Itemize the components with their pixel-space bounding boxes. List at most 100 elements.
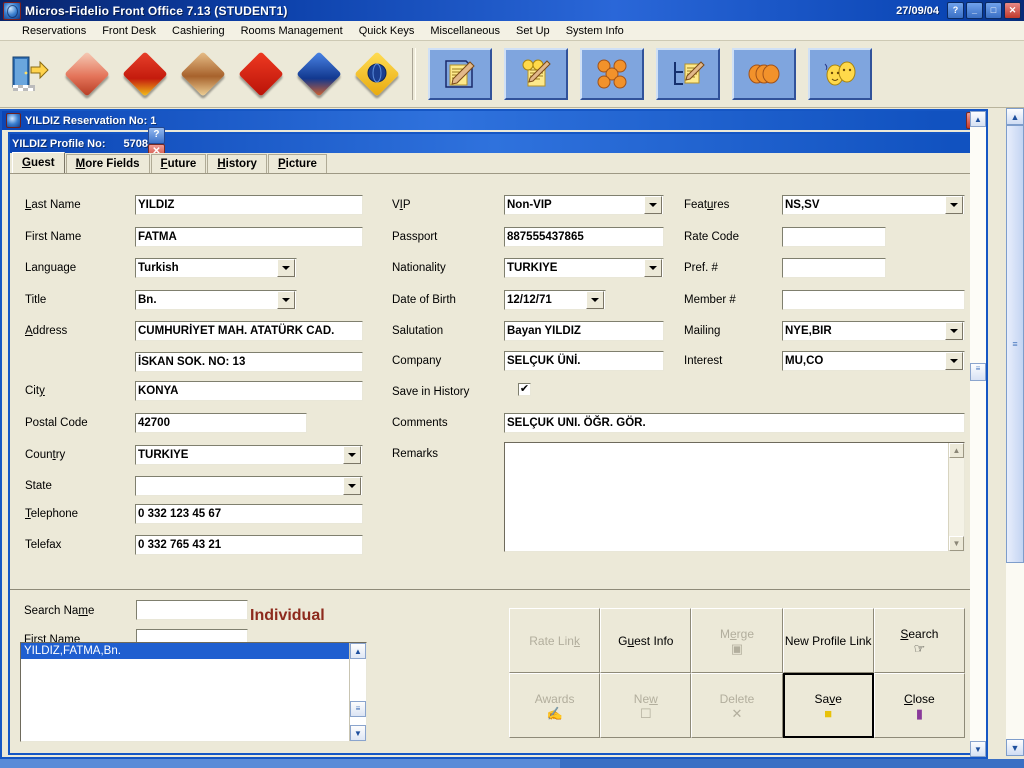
comments-input[interactable]: SELÇUK UNI. ÖĞR. GÖR.	[504, 413, 965, 433]
menu-item-quick-keys[interactable]: Quick Keys	[351, 23, 423, 39]
reports-icon[interactable]	[348, 47, 406, 101]
cashiering-icon[interactable]	[174, 47, 232, 101]
search-button[interactable]: Search ☞	[873, 608, 965, 673]
scroll-down-icon[interactable]: ▼	[350, 725, 366, 741]
reservation-scrollbar[interactable]: ▲ ≡ ▼	[970, 111, 986, 757]
chevron-down-icon[interactable]	[277, 259, 295, 277]
scroll-up-icon[interactable]: ▲	[970, 111, 986, 127]
state-combo[interactable]	[135, 476, 363, 496]
profile-help-button[interactable]: ?	[147, 126, 165, 144]
pref-no-input[interactable]	[782, 258, 886, 278]
city-input[interactable]: KONYA	[135, 381, 363, 401]
menu-item-reservations[interactable]: Reservations	[14, 23, 94, 39]
menu-item-front-desk[interactable]: Front Desk	[94, 23, 164, 39]
application-scrollbar[interactable]: ▲ ≡ ▼	[1006, 108, 1024, 756]
remarks-scrollbar[interactable]: ▲ ▼	[948, 443, 964, 551]
menu-item-cashiering[interactable]: Cashiering	[164, 23, 233, 39]
chevron-down-icon[interactable]	[644, 196, 662, 214]
delete-button[interactable]: Delete ✕	[691, 673, 783, 738]
results-scroll-track[interactable]: ≡	[350, 659, 366, 725]
chevron-down-icon[interactable]	[945, 322, 963, 340]
horizontal-scroll-thumb[interactable]	[0, 759, 560, 768]
chevron-down-icon[interactable]	[277, 291, 295, 309]
reservation-scroll-track[interactable]: ≡	[970, 127, 986, 741]
application-horizontal-scrollbar[interactable]	[0, 759, 1024, 768]
features-combo[interactable]: NS,SV	[782, 195, 965, 215]
menu-item-rooms-management[interactable]: Rooms Management	[233, 23, 351, 39]
front-desk-icon[interactable]	[116, 47, 174, 101]
billing-icon[interactable]	[732, 48, 796, 100]
country-combo[interactable]: TURKIYE	[135, 445, 363, 465]
save-button[interactable]: Save ■	[782, 673, 874, 738]
profiles-icon[interactable]	[808, 48, 872, 100]
telephone-input[interactable]: 0 332 123 45 67	[135, 504, 363, 524]
room-plan-icon[interactable]	[656, 48, 720, 100]
chevron-down-icon[interactable]	[945, 196, 963, 214]
results-scroll-thumb[interactable]: ≡	[350, 701, 366, 717]
nationality-combo[interactable]: TURKIYE	[504, 258, 664, 278]
awards-button[interactable]: Awards ✍	[509, 673, 601, 738]
new-button[interactable]: New ☐	[600, 673, 692, 738]
menu-item-set-up[interactable]: Set Up	[508, 23, 558, 39]
rooms-management-icon[interactable]	[232, 47, 290, 101]
guest-info-button[interactable]: Guest Info	[600, 608, 692, 673]
new-profile-link-button[interactable]: New Profile Link	[782, 608, 874, 673]
scroll-up-icon[interactable]: ▲	[1006, 108, 1024, 125]
address-line2-input[interactable]: İSKAN SOK. NO: 13	[135, 352, 363, 372]
first-name-input[interactable]: FATMA	[135, 227, 363, 247]
results-scrollbar[interactable]: ▲ ≡ ▼	[349, 643, 366, 741]
last-name-input[interactable]: YILDIZ	[135, 195, 363, 215]
help-button[interactable]: ?	[947, 2, 964, 19]
scroll-down-icon[interactable]: ▼	[970, 741, 986, 757]
exit-icon[interactable]	[0, 47, 58, 101]
scroll-down-icon[interactable]: ▼	[949, 536, 964, 551]
title-combo[interactable]: Bn.	[135, 290, 297, 310]
scroll-up-icon[interactable]: ▲	[350, 643, 366, 659]
vip-combo[interactable]: Non-VIP	[504, 195, 664, 215]
menu-item-system-info[interactable]: System Info	[558, 23, 632, 39]
chevron-down-icon[interactable]	[945, 352, 963, 370]
reservation-scroll-thumb[interactable]: ≡	[970, 363, 986, 381]
search-name-input[interactable]	[136, 600, 248, 620]
tab-guest[interactable]: Guest	[12, 152, 65, 173]
scroll-up-icon[interactable]: ▲	[949, 443, 964, 458]
application-scroll-thumb[interactable]: ≡	[1006, 125, 1024, 563]
search-results-list[interactable]: YILDIZ,FATMA,Bn. ▲ ≡ ▼	[20, 642, 367, 742]
edit-reservation-icon[interactable]	[504, 48, 568, 100]
list-item[interactable]: YILDIZ,FATMA,Bn.	[21, 643, 349, 659]
passport-input[interactable]: 887555437865	[504, 227, 664, 247]
chevron-down-icon[interactable]	[343, 446, 361, 464]
date-of-birth-combo[interactable]: 12/12/71	[504, 290, 606, 310]
reservation-icon[interactable]	[58, 47, 116, 101]
group-reservation-icon[interactable]	[580, 48, 644, 100]
tab-more-fields[interactable]: More Fields	[65, 154, 150, 173]
merge-button[interactable]: Merge ▣	[691, 608, 783, 673]
new-reservation-icon[interactable]	[428, 48, 492, 100]
menu-item-miscellaneous[interactable]: Miscellaneous	[422, 23, 508, 39]
tab-picture[interactable]: Picture	[267, 154, 327, 173]
address-line1-input[interactable]: CUMHURİYET MAH. ATATÜRK CAD.	[135, 321, 363, 341]
rate-code-input[interactable]	[782, 227, 886, 247]
company-input[interactable]: SELÇUK ÜNİ.	[504, 351, 664, 371]
save-in-history-checkbox[interactable]: ✔	[518, 383, 531, 396]
scroll-down-icon[interactable]: ▼	[1006, 739, 1024, 756]
remarks-textarea[interactable]: ▲ ▼	[504, 442, 965, 552]
interest-combo[interactable]: MU,CO	[782, 351, 965, 371]
maximize-button[interactable]: □	[985, 2, 1002, 19]
chevron-down-icon[interactable]	[644, 259, 662, 277]
tab-future[interactable]: Future	[150, 154, 207, 173]
chevron-down-icon[interactable]	[586, 291, 604, 309]
postal-code-input[interactable]: 42700	[135, 413, 307, 433]
telefax-input[interactable]: 0 332 765 43 21	[135, 535, 363, 555]
close-button[interactable]: ✕	[1004, 2, 1021, 19]
close-button-action[interactable]: Close ▮	[873, 673, 965, 738]
salutation-input[interactable]: Bayan YILDIZ	[504, 321, 664, 341]
tab-history[interactable]: History	[207, 154, 267, 173]
chevron-down-icon[interactable]	[343, 477, 361, 495]
minimize-button[interactable]: _	[966, 2, 983, 19]
quick-keys-icon[interactable]	[290, 47, 348, 101]
mailing-combo[interactable]: NYE,BIR	[782, 321, 965, 341]
application-scroll-track[interactable]: ≡	[1006, 125, 1024, 739]
rate-link-button[interactable]: Rate Link	[509, 608, 601, 673]
member-no-input[interactable]	[782, 290, 965, 310]
